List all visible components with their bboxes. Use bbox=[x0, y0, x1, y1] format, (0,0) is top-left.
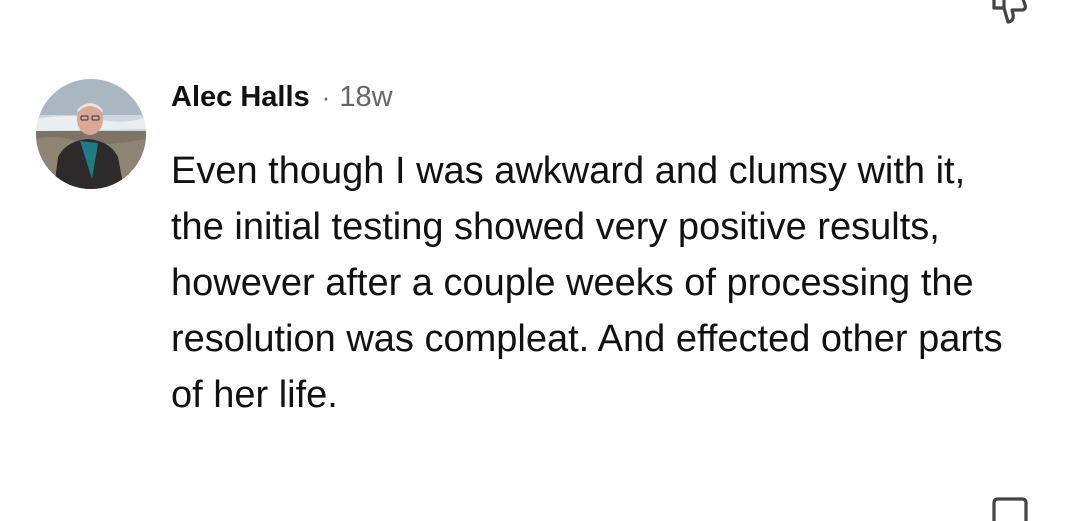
comment-screen: Alec Halls · 18w Even though I was awkwa… bbox=[0, 0, 1080, 521]
reply-button[interactable] bbox=[988, 495, 1032, 521]
meta-separator: · bbox=[321, 82, 331, 112]
dislike-icon bbox=[992, 0, 1027, 24]
author-name[interactable]: Alec Halls bbox=[171, 81, 310, 114]
dislike-button[interactable] bbox=[988, 0, 1032, 28]
avatar[interactable] bbox=[36, 79, 146, 189]
comment-text: Even though I was awkward and clumsy wit… bbox=[171, 150, 1003, 416]
comment-body: Alec Halls · 18w Even though I was awkwa… bbox=[171, 79, 1036, 423]
comment-age: 18w bbox=[339, 81, 393, 113]
reply-icon bbox=[992, 497, 1028, 521]
comment-meta: Alec Halls · 18w bbox=[171, 81, 1036, 121]
comment: Alec Halls · 18w Even though I was awkwa… bbox=[36, 79, 1036, 423]
